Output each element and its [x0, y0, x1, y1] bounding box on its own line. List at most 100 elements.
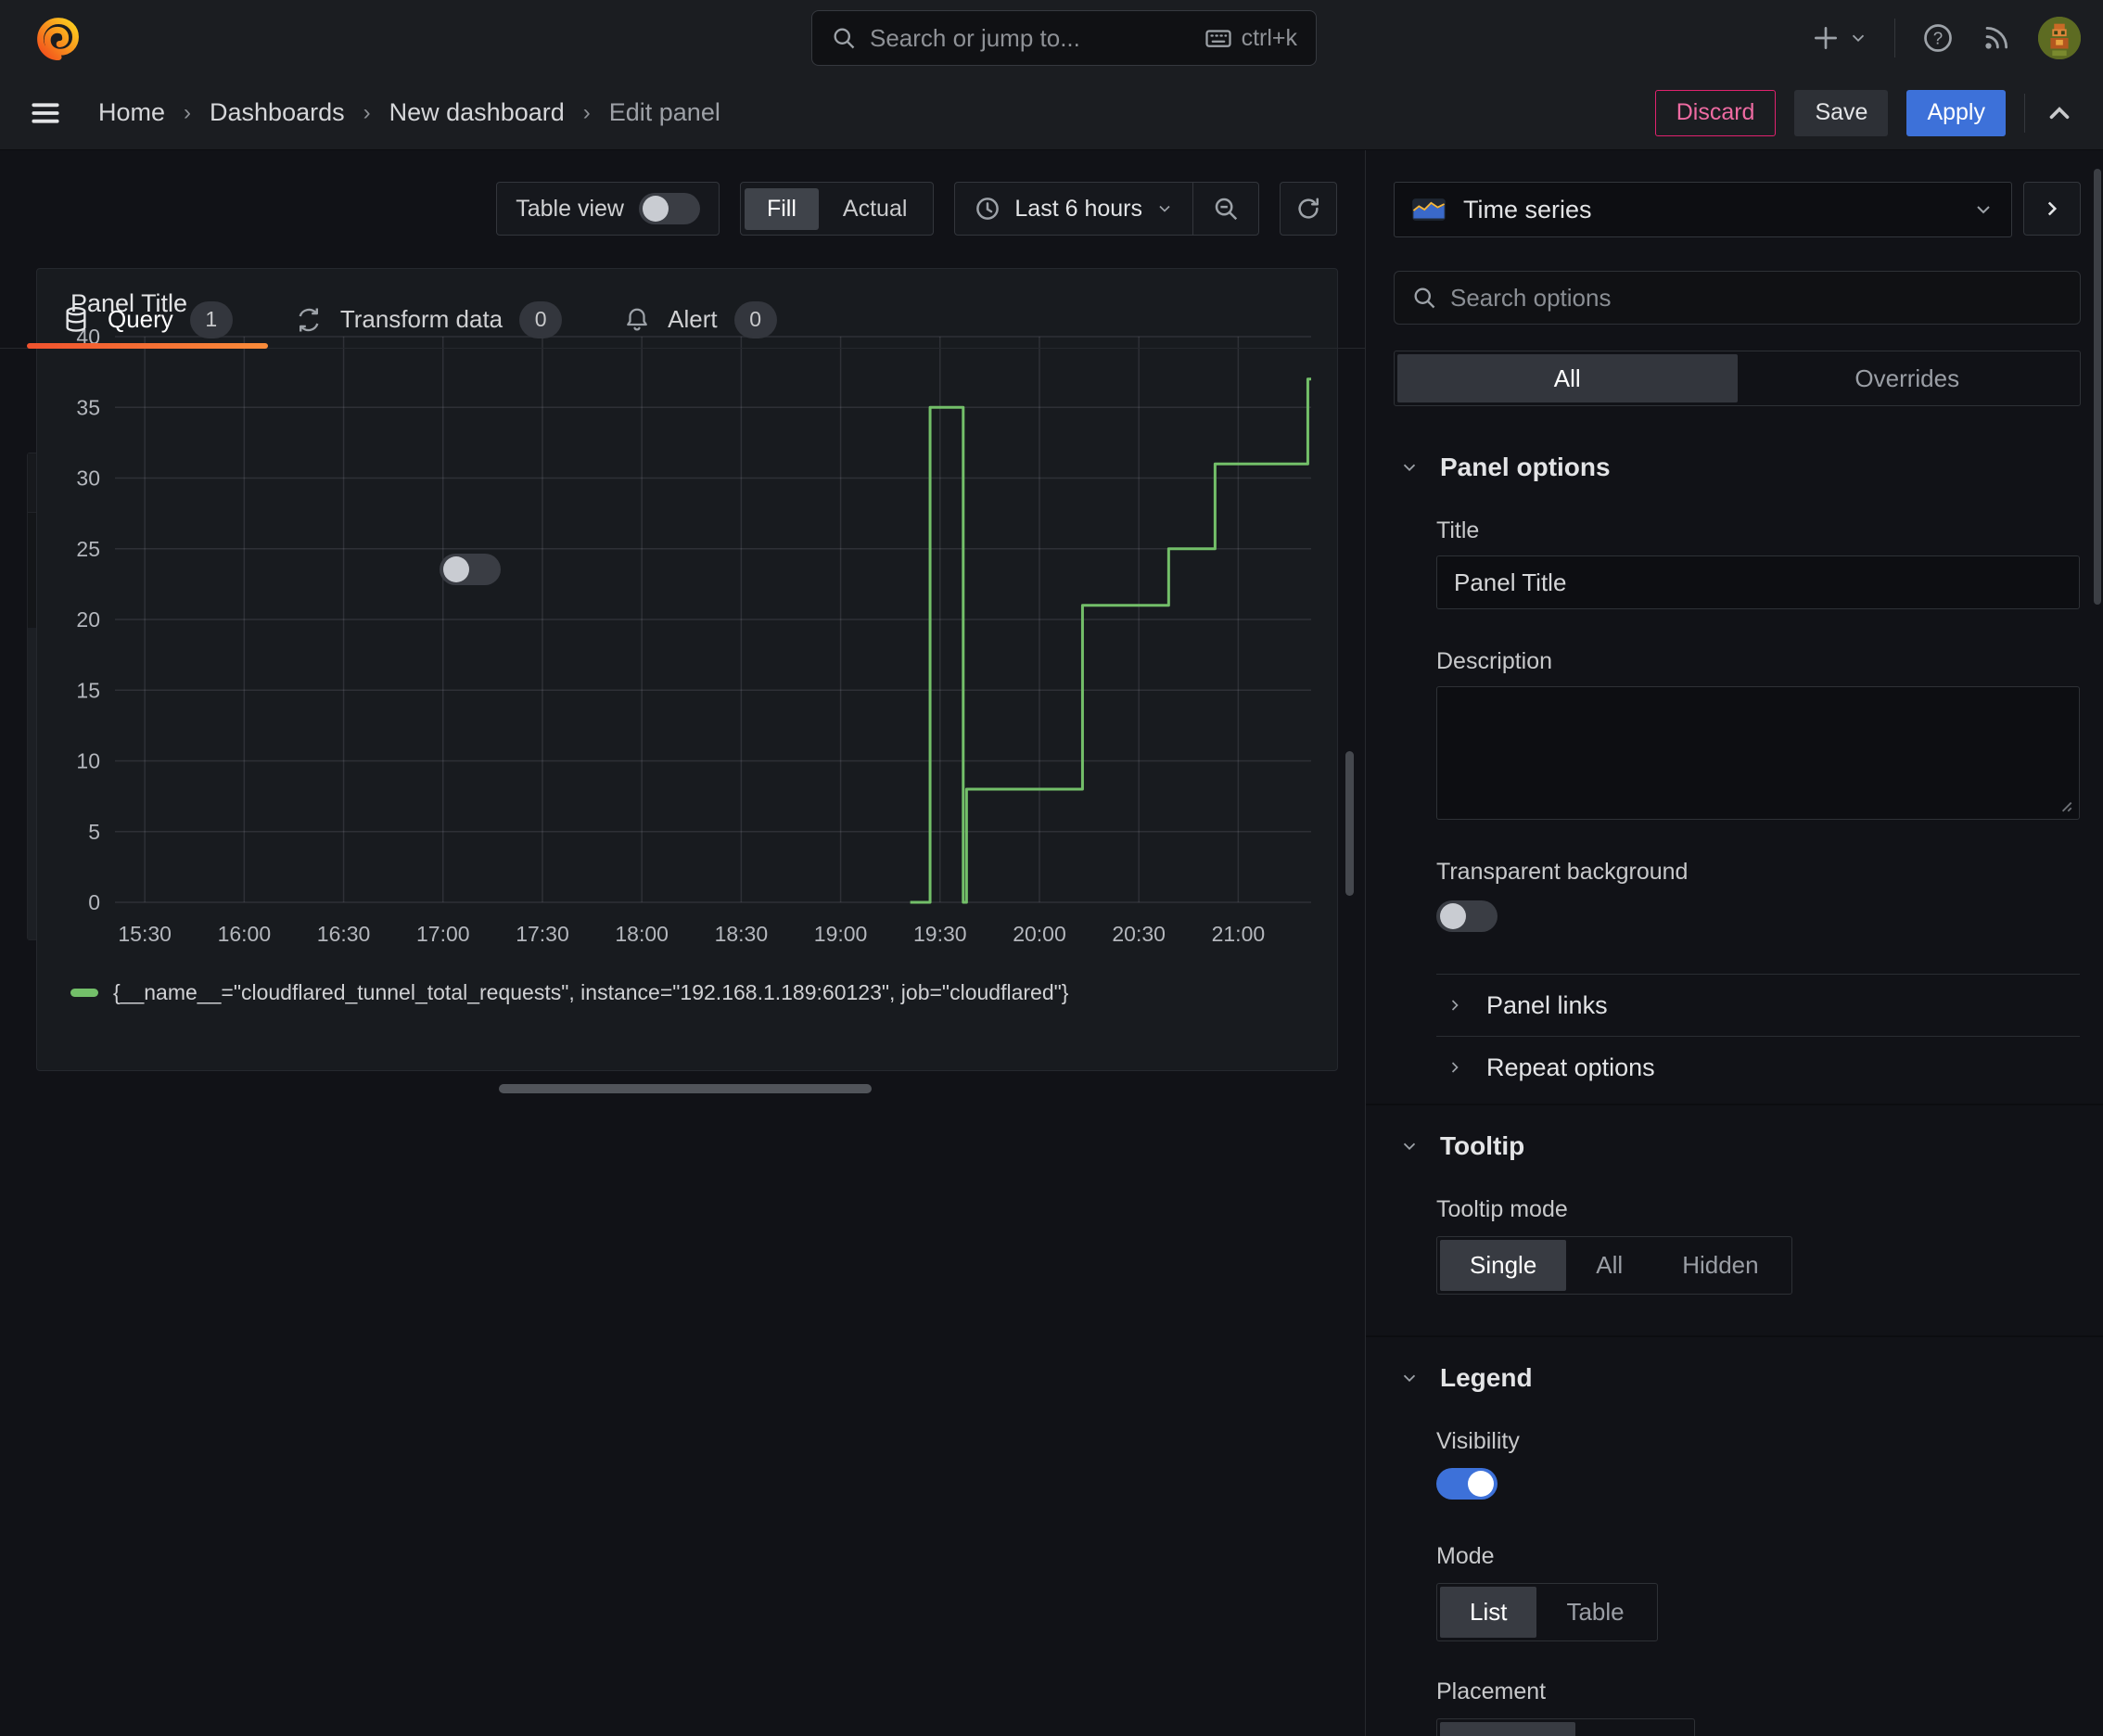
horizontal-scrollbar[interactable]: [499, 1084, 872, 1093]
toggle-viz-picker-button[interactable]: [2023, 182, 2081, 236]
clock-icon: [974, 195, 1001, 223]
top-actions: ?: [1811, 0, 2081, 76]
options-search-input[interactable]: [1450, 283, 2063, 313]
apply-button[interactable]: Apply: [1906, 89, 2006, 136]
svg-text:17:30: 17:30: [516, 922, 569, 946]
table-view-toggle[interactable]: [638, 193, 700, 224]
placement-bottom-option[interactable]: Bottom: [1440, 1722, 1576, 1736]
tooltip-header[interactable]: Tooltip: [1394, 1131, 2081, 1161]
visualization-picker[interactable]: Time series: [1394, 182, 2012, 237]
svg-text:20:30: 20:30: [1112, 922, 1166, 946]
search-input[interactable]: [870, 23, 1192, 53]
svg-text:18:00: 18:00: [615, 922, 669, 946]
panel-links-section[interactable]: Panel links: [1394, 975, 2081, 1036]
tooltip-mode-switch: Single All Hidden: [1436, 1236, 1792, 1295]
svg-text:18:30: 18:30: [715, 922, 769, 946]
time-series-viz-icon: [1411, 196, 1447, 223]
chevron-down-icon: [1399, 457, 1420, 478]
transform-count-badge: 0: [519, 300, 563, 338]
placement-label: Placement: [1436, 1679, 1547, 1704]
chevron-down-icon: [1155, 199, 1174, 218]
user-avatar[interactable]: [2038, 17, 2081, 59]
query-count-badge: 1: [189, 300, 233, 338]
time-series-chart[interactable]: 051015202530354015:30 16:00 16:30 17:00 17:3…: [50, 318, 1322, 978]
tab-alert[interactable]: Alert 0: [623, 300, 777, 338]
explain-toggle[interactable]: [439, 554, 501, 585]
tooltip-hidden-option[interactable]: Hidden: [1652, 1240, 1788, 1291]
title-field-label: Title: [1436, 517, 1480, 543]
svg-text:21:00: 21:00: [1212, 922, 1266, 946]
legend-mode-switch: List Table: [1436, 1583, 1658, 1641]
chevron-right-icon: ›: [363, 99, 371, 125]
table-view-control: Table view: [496, 182, 720, 236]
breadcrumb-edit-panel: Edit panel: [608, 98, 720, 126]
legend-placement-switch: Bottom Right: [1436, 1718, 1696, 1736]
add-icon[interactable]: [1811, 23, 1868, 53]
grafana-edit-panel: ctrl+k ? Home › Dashboards ›: [0, 0, 2103, 1736]
zoom-out-button[interactable]: [1193, 183, 1258, 235]
global-search[interactable]: ctrl+k: [811, 10, 1317, 66]
chart-legend: {__name__="cloudflared_tunnel_total_requ…: [50, 980, 1324, 1005]
tab-transform-data[interactable]: Transform data 0: [294, 300, 563, 338]
database-icon: [61, 305, 91, 335]
chevron-down-icon: [1399, 1368, 1420, 1388]
editor-tabs: Query 1 Transform data 0 Alert 0: [0, 291, 1365, 349]
svg-text:5: 5: [88, 820, 100, 844]
search-icon: [831, 25, 857, 51]
time-range-picker[interactable]: Last 6 hours: [955, 183, 1192, 235]
breadcrumb-bar: Home › Dashboards › New dashboard › Edit…: [0, 76, 2103, 150]
grafana-logo-icon[interactable]: [33, 14, 82, 62]
vertical-scrollbar[interactable]: [1345, 751, 1354, 896]
legend-mode-label: Mode: [1436, 1543, 1495, 1569]
breadcrumb-new-dashboard[interactable]: New dashboard: [389, 98, 565, 127]
svg-text:10: 10: [76, 749, 100, 773]
menu-icon[interactable]: [28, 96, 63, 131]
mode-table-option[interactable]: Table: [1536, 1587, 1653, 1638]
active-tab-indicator: [27, 343, 268, 349]
panel-toolbar: Table view Fill Actual Last 6 hours: [0, 182, 1337, 236]
chevron-down-icon: [1399, 1136, 1420, 1156]
alert-count-badge: 0: [733, 300, 777, 338]
news-icon[interactable]: [1981, 22, 2012, 54]
tab-all-options[interactable]: All: [1397, 354, 1738, 402]
svg-text:19:30: 19:30: [913, 922, 967, 946]
panel-title-input[interactable]: [1436, 555, 2080, 609]
fill-option[interactable]: Fill: [744, 187, 819, 230]
breadcrumb-home[interactable]: Home: [98, 98, 165, 127]
tab-overrides[interactable]: Overrides: [1738, 354, 2078, 402]
description-textarea[interactable]: [1436, 686, 2080, 820]
time-range-label: Last 6 hours: [1014, 195, 1142, 222]
save-button[interactable]: Save: [1794, 89, 1889, 136]
placement-right-option[interactable]: Right: [1575, 1722, 1691, 1736]
tooltip-all-option[interactable]: All: [1566, 1240, 1652, 1291]
sidebar-scrollbar[interactable]: [2094, 169, 2101, 605]
legend-header[interactable]: Legend: [1394, 1363, 2081, 1393]
breadcrumb-dashboards[interactable]: Dashboards: [210, 98, 345, 127]
top-bar: ctrl+k ?: [0, 0, 2103, 76]
series-color-swatch[interactable]: [70, 989, 98, 997]
repeat-options-section[interactable]: Repeat options: [1394, 1037, 2081, 1098]
options-search[interactable]: [1394, 271, 2081, 325]
svg-text:20: 20: [76, 607, 100, 632]
collapse-options-icon[interactable]: [2044, 97, 2075, 129]
bell-icon: [623, 306, 651, 334]
legend-visibility-toggle[interactable]: [1436, 1468, 1498, 1500]
transparent-bg-toggle[interactable]: [1436, 900, 1498, 932]
tab-query[interactable]: Query 1: [61, 300, 233, 338]
refresh-icon: [1294, 195, 1322, 223]
chevron-down-icon: [1972, 198, 1995, 221]
discard-button[interactable]: Discard: [1654, 89, 1777, 136]
resize-handle-icon[interactable]: [2058, 798, 2073, 813]
visibility-label: Visibility: [1436, 1428, 1520, 1454]
refresh-button[interactable]: [1280, 182, 1337, 236]
visualization-row: Time series: [1394, 182, 2081, 237]
svg-text:15:30: 15:30: [118, 922, 172, 946]
panel-options-header[interactable]: Panel options: [1394, 453, 2081, 482]
mode-list-option[interactable]: List: [1440, 1587, 1537, 1638]
actual-option[interactable]: Actual: [821, 188, 929, 230]
svg-text:16:00: 16:00: [218, 922, 272, 946]
series-label[interactable]: {__name__="cloudflared_tunnel_total_requ…: [113, 980, 1068, 1005]
help-icon[interactable]: ?: [1921, 21, 1955, 55]
tooltip-single-option[interactable]: Single: [1440, 1240, 1567, 1291]
transform-icon: [294, 305, 324, 335]
